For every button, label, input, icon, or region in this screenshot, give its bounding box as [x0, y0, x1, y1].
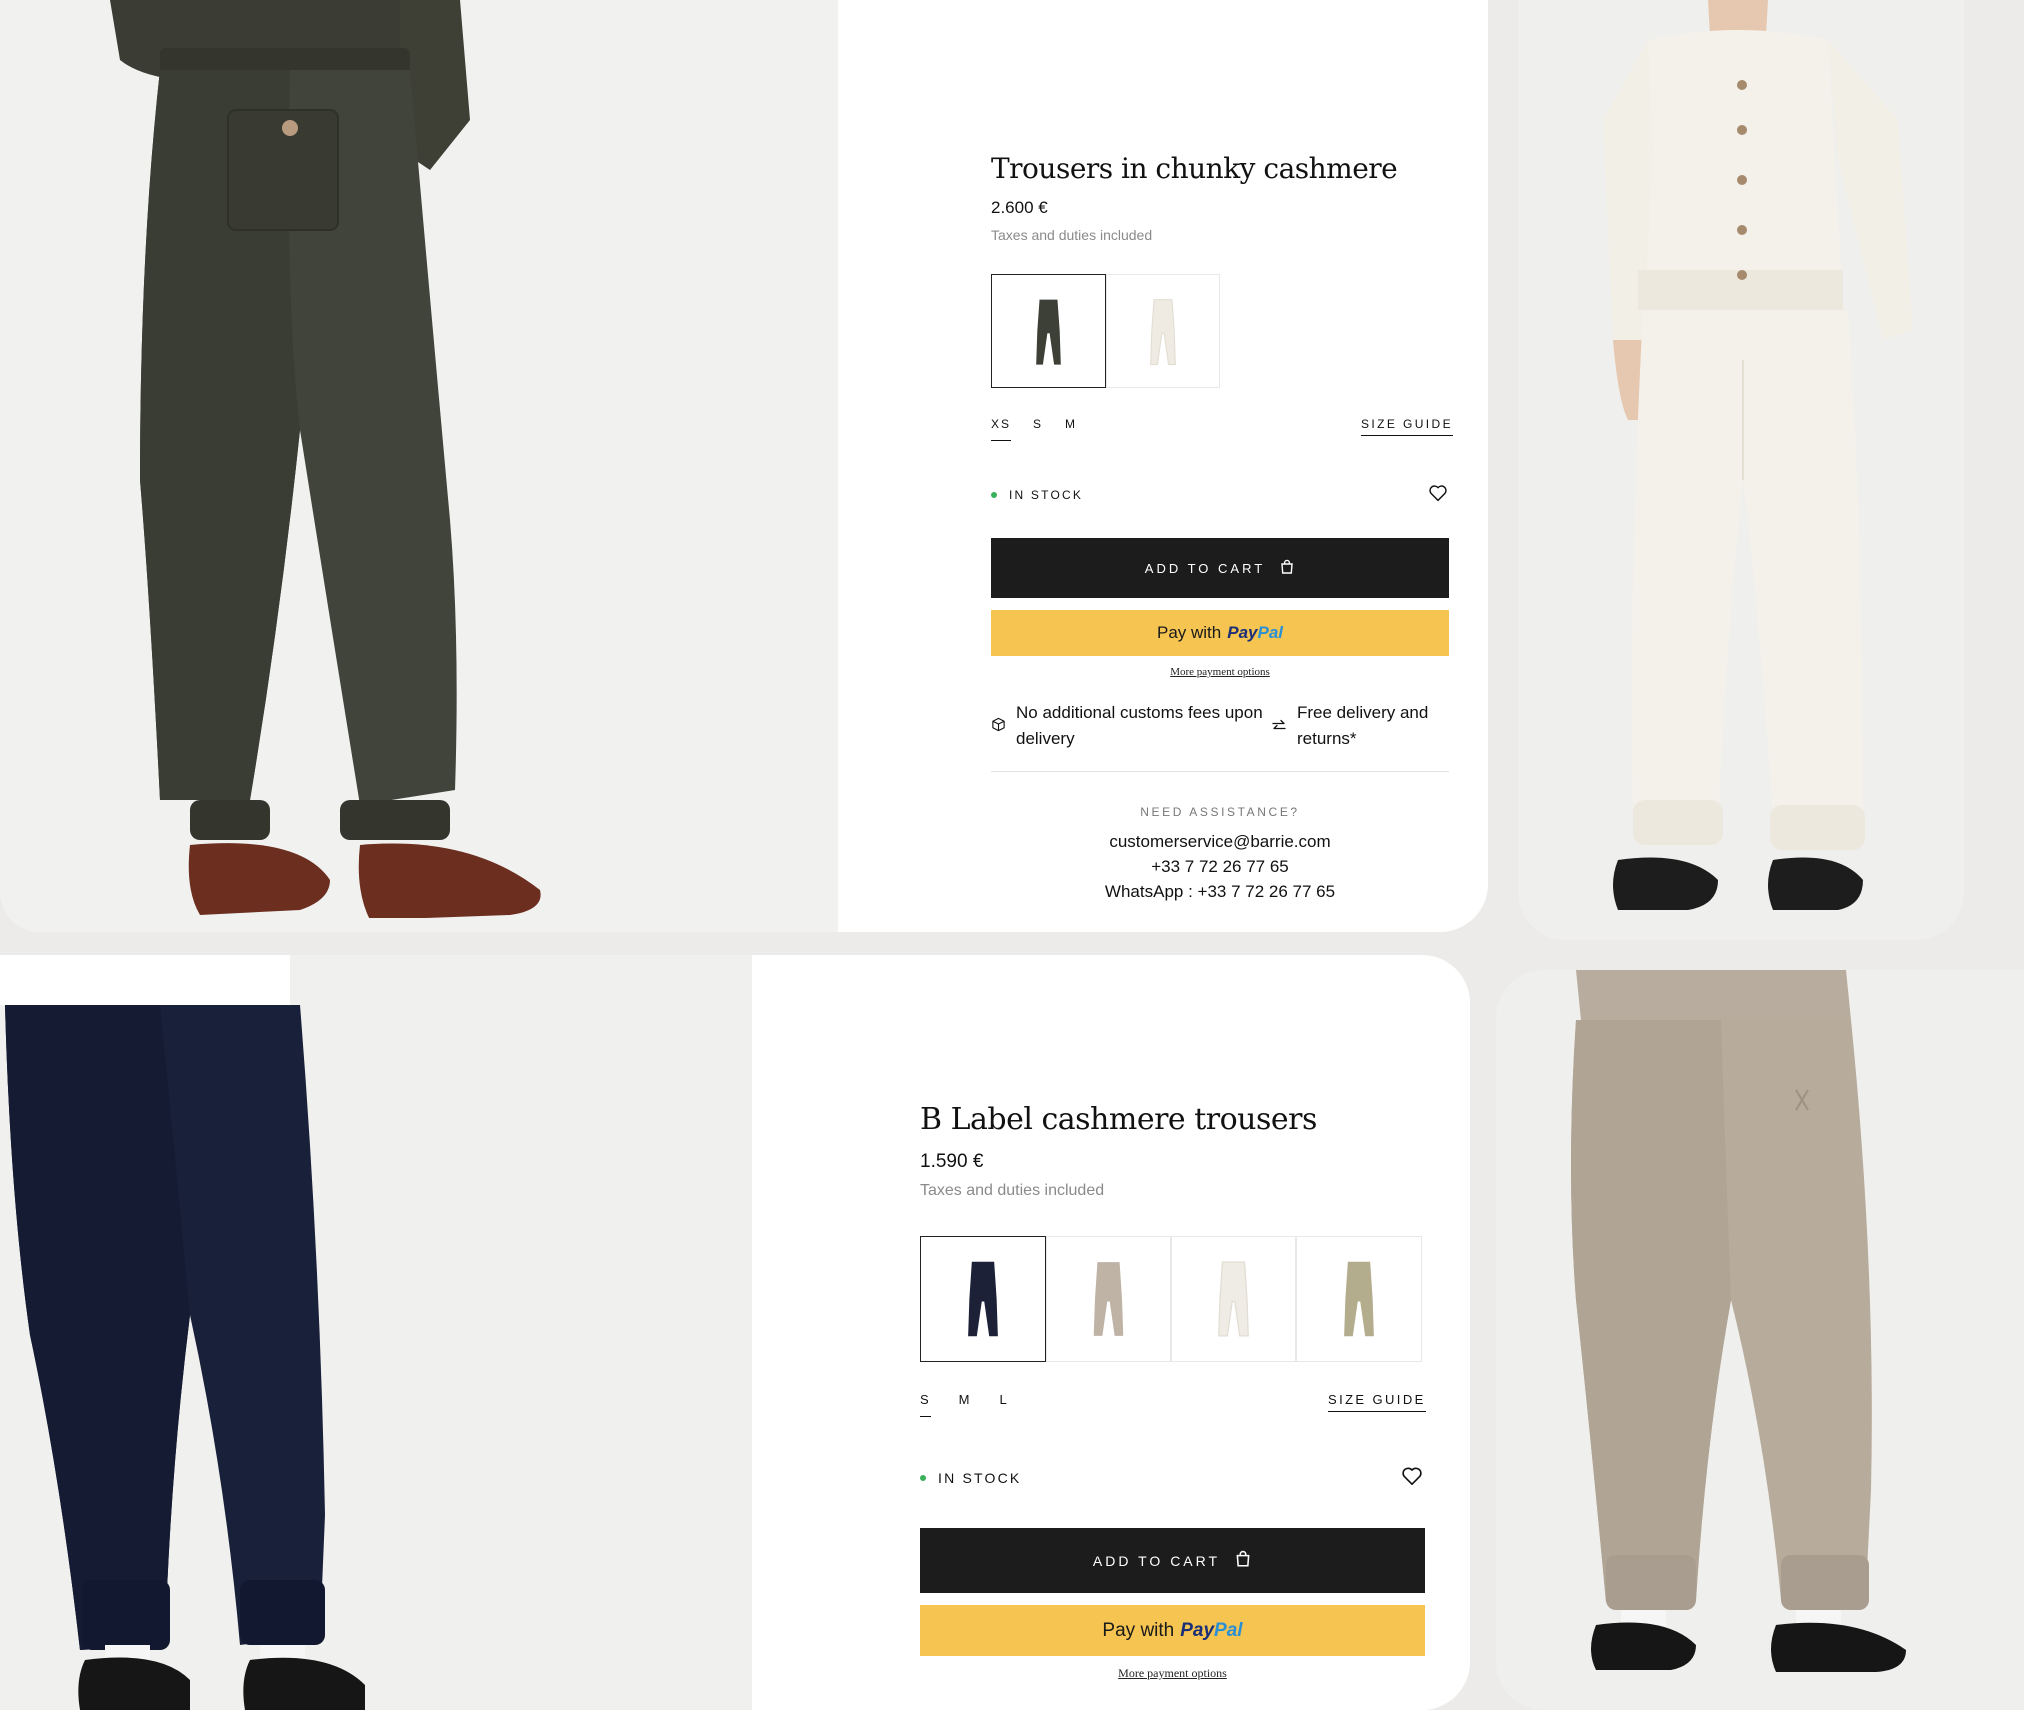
paypal-logo-pay: Pay — [1180, 1619, 1215, 1641]
trousers-thumbnail-icon — [1093, 1262, 1124, 1336]
swatch-navy[interactable] — [920, 1236, 1046, 1362]
product-card-2: B Label cashmere trousers 1.590 € Taxes … — [752, 955, 1470, 1710]
size-m[interactable]: M — [1065, 417, 1077, 440]
swatch-ivory[interactable] — [1171, 1236, 1296, 1362]
size-m[interactable]: M — [959, 1392, 972, 1416]
size-selector: S M L — [920, 1392, 1031, 1417]
size-xs[interactable]: XS — [991, 417, 1012, 441]
product-photo-green-trousers — [0, 0, 840, 932]
stock-label: IN STOCK — [1009, 488, 1084, 502]
stock-status: IN STOCK — [991, 488, 1083, 502]
swatch-taupe[interactable] — [1046, 1236, 1171, 1362]
add-to-cart-button[interactable]: ADD TO CART — [991, 538, 1449, 598]
paypal-logo-pal: Pal — [1257, 623, 1284, 642]
taupe-trousers-illustration — [1496, 970, 2024, 1710]
navy-trousers-illustration — [0, 955, 752, 1710]
stock-dot — [991, 492, 997, 498]
product-price: 2.600 € — [991, 198, 1048, 217]
feature-delivery-text: Free delivery and returns* — [1297, 703, 1429, 748]
ivory-set-illustration — [1518, 0, 1964, 940]
stock-dot — [920, 1475, 926, 1481]
product-title: B Label cashmere trousers — [920, 1102, 1317, 1137]
swatch-khaki[interactable] — [1296, 1236, 1422, 1362]
shopping-bag-icon — [1234, 1550, 1252, 1571]
paypal-prefix: Pay with — [1102, 1619, 1175, 1641]
paypal-button[interactable]: Pay with Pay Pal — [991, 610, 1449, 656]
feature-list: No additional customs fees upon delivery… — [991, 700, 1449, 751]
more-payment-options-link[interactable]: More payment options — [991, 666, 1449, 678]
page: Trousers in chunky cashmere 2.600 € Taxe… — [0, 0, 2024, 1710]
size-s[interactable]: S — [1033, 417, 1043, 440]
size-l[interactable]: L — [1000, 1392, 1009, 1416]
product-photo-ivory-set — [1518, 0, 1964, 940]
swatch-ivory[interactable] — [1106, 274, 1220, 388]
trousers-thumbnail-icon — [1036, 299, 1061, 365]
size-s[interactable]: S — [920, 1392, 931, 1417]
green-trousers-illustration — [0, 0, 840, 932]
color-swatches — [991, 274, 1220, 388]
product-card-1: Trousers in chunky cashmere 2.600 € Taxe… — [838, 0, 1488, 932]
box-icon — [992, 717, 1005, 732]
product-photo-taupe-trousers — [1496, 970, 2024, 1710]
feature-delivery: Free delivery and returns* — [1271, 700, 1449, 751]
add-to-cart-label: ADD TO CART — [1144, 560, 1266, 576]
size-guide-link[interactable]: SIZE GUIDE — [1328, 1392, 1426, 1412]
size-selector: XS S M — [991, 417, 1099, 441]
add-to-cart-button[interactable]: ADD TO CART — [920, 1528, 1425, 1593]
trousers-thumbnail-icon — [1150, 299, 1176, 366]
paypal-prefix: Pay with — [1156, 623, 1222, 642]
feature-customs: No additional customs fees upon delivery — [991, 700, 1271, 751]
add-to-cart-label: ADD TO CART — [1092, 1552, 1221, 1569]
paypal-logo-pal: Pal — [1214, 1619, 1243, 1641]
wishlist-heart-icon[interactable] — [1401, 1466, 1423, 1486]
stock-label: IN STOCK — [938, 1470, 1022, 1486]
assistance-email[interactable]: customerservice@barrie.com — [991, 832, 1449, 852]
stock-status: IN STOCK — [920, 1470, 1021, 1486]
trousers-thumbnail-icon — [968, 1261, 998, 1337]
paypal-logo-pay: Pay — [1227, 623, 1258, 642]
assistance-whatsapp[interactable]: WhatsApp : +33 7 72 26 77 65 — [991, 882, 1449, 902]
product-price: 1.590 € — [920, 1151, 984, 1172]
divider — [991, 771, 1449, 772]
wishlist-heart-icon[interactable] — [1428, 484, 1448, 502]
product-title: Trousers in chunky cashmere — [991, 152, 1398, 185]
product-photo-navy-trousers — [0, 955, 752, 1710]
more-payment-options-link[interactable]: More payment options — [920, 1666, 1425, 1681]
size-guide-link[interactable]: SIZE GUIDE — [1361, 417, 1454, 436]
color-swatches — [920, 1236, 1422, 1362]
tax-note: Taxes and duties included — [991, 227, 1153, 243]
shopping-bag-icon — [1279, 559, 1295, 578]
assistance-title: NEED ASSISTANCE? — [1140, 805, 1300, 819]
swatch-dark-green[interactable] — [991, 274, 1106, 388]
trousers-thumbnail-icon — [1344, 1261, 1374, 1337]
assistance-phone[interactable]: +33 7 72 26 77 65 — [991, 857, 1449, 877]
tax-note: Taxes and duties included — [920, 1182, 1105, 1199]
paypal-button[interactable]: Pay with Pay Pal — [920, 1605, 1425, 1656]
feature-customs-text: No additional customs fees upon delivery — [1016, 703, 1263, 748]
exchange-arrows-icon — [1272, 719, 1286, 730]
trousers-thumbnail-icon — [1218, 1261, 1249, 1337]
